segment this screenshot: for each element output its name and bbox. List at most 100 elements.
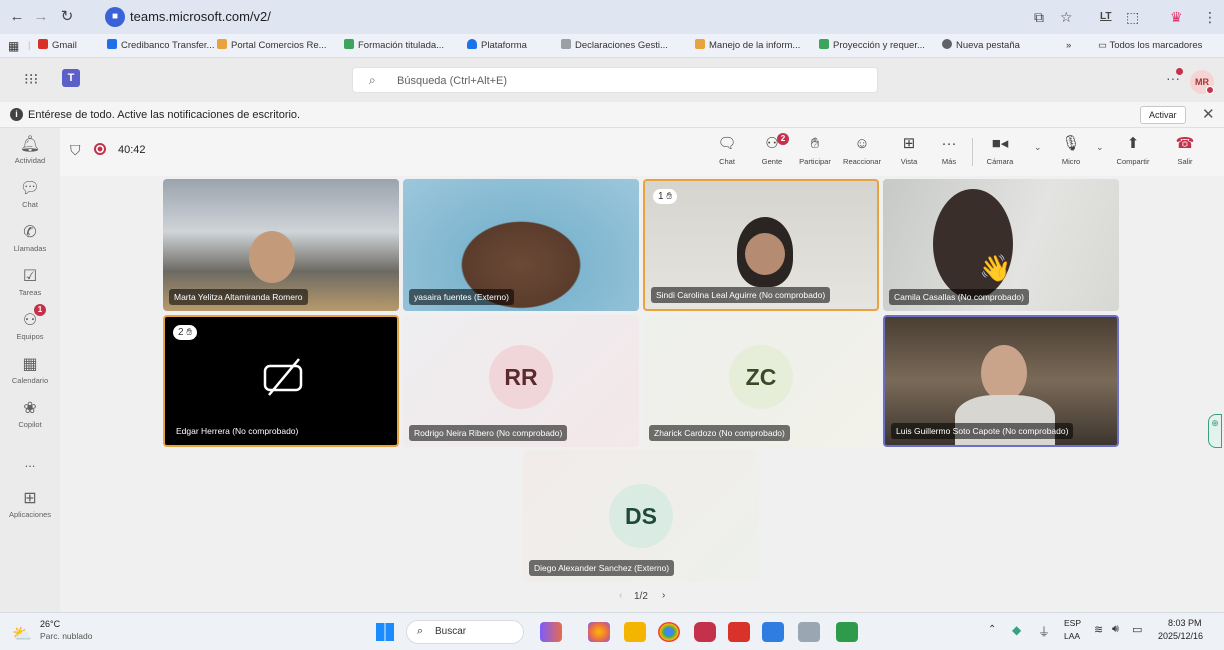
rail-item-copilot[interactable]: ❀ Copilot [0,400,60,429]
clock-time[interactable]: 8:03 PM [1168,618,1202,628]
bookmark-label: Proyección y requer... [833,40,925,51]
rail-item-actividad[interactable]: 🔔︎ Actividad [0,136,60,165]
clock-date[interactable]: 2025/12/16 [1158,631,1203,641]
bookmark-formacion[interactable]: Formación titulada... [344,39,444,53]
mic-button[interactable]: 🎙︎ Micro [1056,135,1086,166]
participant-name: Zharick Cardozo (No comprobado) [649,425,790,441]
bookmark-credibanco[interactable]: Credibanco Transfer... [107,39,214,53]
tray-app-icon[interactable]: ◆ [1012,623,1021,637]
participant-tile[interactable]: yasaira fuentes (Externo) [403,179,639,311]
extensions-icon[interactable]: ⬚ [1126,8,1139,26]
people-badge: 2 [777,133,789,145]
tool-label: Compartir [1116,157,1150,166]
participant-tile[interactable]: 👋 Camila Casallas (No comprobado) [883,179,1119,311]
activate-button[interactable]: Activar [1140,106,1186,124]
participant-video [981,345,1027,401]
chrome-icon[interactable] [658,622,680,642]
bookmarks-bar: ▦ | Gmail Credibanco Transfer... Portal … [0,34,1224,58]
star-icon[interactable]: ☆ [1060,8,1073,26]
participant-tile[interactable]: DS Diego Alexander Sanchez (Externo) [523,450,759,582]
rail-item-tareas[interactable]: ☑ Tareas [0,268,60,297]
mcafee-icon[interactable] [694,622,716,642]
wifi-icon[interactable]: ≋ [1094,623,1103,636]
chevron-down-icon[interactable]: ⌄ [1034,142,1042,153]
reload-icon[interactable]: ↻ [58,8,76,26]
all-bookmarks[interactable]: ▭ Todos los marcadores [1098,39,1202,53]
rail-item-equipos[interactable]: ⚇ Equipos [0,312,60,341]
portal-icon [217,39,227,49]
apps-grid-icon[interactable]: ▦ [8,39,19,53]
url-text[interactable]: teams.microsoft.com/v2/ [130,9,271,24]
excel-icon[interactable] [836,622,858,642]
bookmark-label: Nueva pestaña [956,40,1020,51]
copilot-app-icon[interactable] [588,622,610,642]
rail-item-more[interactable]: ... [0,454,60,472]
bookmark-plataforma[interactable]: Plataforma [467,39,527,53]
shield-icon[interactable]: ⛉ [70,142,81,159]
more-button[interactable]: ··· Más [936,135,962,166]
chevron-up-icon[interactable]: ⌃ [988,624,996,635]
windows-start-icon[interactable] [376,623,394,641]
chat-button[interactable]: 🗨︎ Chat [714,135,740,166]
participant-tile[interactable]: Marta Yelitza Altamiranda Romero [163,179,399,311]
battery-icon[interactable]: ▭ [1132,623,1142,636]
pdf-icon[interactable] [728,622,750,642]
forward-icon[interactable]: → [32,8,50,26]
taskbar-search[interactable]: ⌕ Buscar [406,620,524,644]
share-button[interactable]: ⬆ Compartir [1112,135,1154,166]
language[interactable]: ESP [1064,618,1081,628]
rail-item-chat[interactable]: 💬︎ Chat [0,180,60,209]
chevron-down-icon[interactable]: ⌄ [1096,142,1104,153]
bookmark-manejo[interactable]: Manejo de la inform... [695,39,800,53]
keyboard-layout[interactable]: LAA [1064,631,1080,641]
view-button[interactable]: ⊞ Vista [894,135,924,166]
app-icon[interactable] [762,622,784,642]
install-app-icon[interactable]: ⧉ [1034,8,1044,26]
rail-label: Tareas [18,288,42,297]
bookmark-label: Formación titulada... [358,40,445,51]
participant-name: Luis Guillermo Soto Capote (No comprobad… [891,423,1074,439]
participant-tile[interactable]: Luis Guillermo Soto Capote (No comprobad… [883,315,1119,447]
bookmark-gmail[interactable]: Gmail [38,39,77,53]
usb-icon[interactable]: ⏚ [1038,623,1050,640]
volume-icon[interactable]: 🔊︎ [1112,623,1119,636]
tasks-icon: ☑ [22,268,38,285]
rail-item-calendario[interactable]: ▦ Calendario [0,356,60,385]
widgets-app-icon[interactable] [540,622,562,642]
bookmark-proyeccion[interactable]: Proyección y requer... [819,39,925,53]
more-bookmarks-button[interactable]: » [1066,39,1071,53]
extension-lt-icon[interactable]: LT [1100,8,1111,26]
participant-tile[interactable]: 1 ✋︎ Sindi Carolina Leal Aguirre (No com… [643,179,879,311]
browser-menu-icon[interactable]: ⋮ [1203,8,1217,26]
hand-order: 2 [178,327,184,338]
ellipsis-icon: ··· [941,135,957,152]
rail-item-llamadas[interactable]: ✆ Llamadas [0,224,60,253]
participant-name: yasaira fuentes (Externo) [409,289,514,305]
raise-hand-button[interactable]: ✋︎ Participar [795,135,835,166]
weather-icon[interactable]: ⛅ [12,624,32,644]
file-explorer-icon[interactable] [624,622,646,642]
bookmark-declaraciones[interactable]: Declaraciones Gesti... [561,39,668,53]
microphone-icon: 🎙︎ [1061,135,1081,152]
close-icon[interactable]: ✕ [1202,105,1215,123]
participant-tile[interactable]: RR Rodrigo Neira Ribero (No comprobado) [403,315,639,447]
bookmark-nueva-pestana[interactable]: Nueva pestaña [942,39,1020,53]
notification-dot [1176,68,1183,75]
app-launcher-icon[interactable]: ⁝⁝⁝ [24,70,38,88]
side-panel-icon[interactable]: ⊕ [1208,414,1222,448]
chat-icon: 🗨︎ [717,135,737,152]
back-icon[interactable]: ← [8,8,26,26]
next-page-icon[interactable]: › [662,590,665,601]
participant-tile[interactable]: ZC Zharick Cardozo (No comprobado) [643,315,879,447]
bookmark-portal[interactable]: Portal Comercios Re... [217,39,327,53]
participant-tile[interactable]: 2 ✋︎ Edgar Herrera (No comprobado) [163,315,399,447]
camera-button[interactable]: ■◂ Cámara [982,135,1018,166]
profile-icon[interactable]: ♛ [1170,8,1183,26]
leave-button[interactable]: ☎ Salir [1170,135,1200,166]
prev-page-icon[interactable]: ‹ [619,590,622,601]
react-button[interactable]: ☺ Reaccionar [840,135,884,166]
search-input[interactable]: ⌕ Búsqueda (Ctrl+Alt+E) [352,67,878,93]
meeting-toolbar: ⛉ 40:42 🗨︎ Chat ⚇ Gente 2 ✋︎ Participar ☺ Re… [60,128,1224,176]
app-icon[interactable] [798,622,820,642]
rail-item-aplicaciones[interactable]: ⊞ Aplicaciones [0,490,60,519]
